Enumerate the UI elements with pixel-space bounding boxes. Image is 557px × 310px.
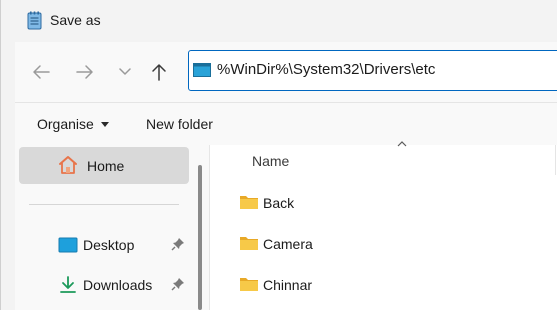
list-item[interactable]: Camera (210, 229, 557, 259)
address-input[interactable]: %WinDir%\System32\Drivers\etc (217, 61, 435, 78)
folder-icon (240, 278, 258, 291)
navigation-bar: %WinDir%\System32\Drivers\etc (15, 42, 557, 102)
forward-button[interactable] (73, 60, 97, 84)
list-item[interactable]: Chinnar (210, 270, 557, 300)
column-separator[interactable] (555, 145, 556, 175)
nav-pane-scrollbar[interactable] (198, 165, 202, 310)
folder-icon (240, 237, 258, 250)
window-title: Save as (50, 12, 101, 28)
desktop-icon (58, 237, 78, 253)
up-button[interactable] (147, 60, 171, 84)
arrow-right-icon (76, 65, 93, 79)
sidebar-item-label: Home (87, 158, 125, 174)
chevron-down-icon (119, 68, 131, 75)
file-name: Camera (263, 236, 313, 252)
title-bar: Save as (1, 0, 557, 42)
caret-down-icon (100, 122, 109, 127)
download-icon (60, 276, 76, 293)
home-icon (59, 156, 77, 174)
arrow-up-icon (152, 64, 166, 81)
column-header-name[interactable]: Name (252, 153, 289, 169)
navigation-pane: Home Desktop Downloads (15, 145, 209, 310)
organise-label: Organise (37, 116, 94, 132)
file-name: Back (263, 195, 295, 211)
arrow-left-icon (33, 65, 50, 79)
sort-ascending-icon (397, 141, 407, 147)
list-item[interactable]: Back (210, 188, 557, 218)
sidebar-item-label: Desktop (83, 237, 135, 253)
recent-locations-button[interactable] (113, 60, 137, 84)
pin-icon[interactable] (171, 277, 185, 291)
sidebar-item-home[interactable]: Home (19, 147, 189, 184)
folder-icon (240, 196, 258, 209)
command-bar: Organise New folder (15, 103, 557, 145)
divider (29, 204, 179, 205)
sidebar-item-label: Downloads (83, 277, 153, 293)
back-button[interactable] (29, 60, 53, 84)
pin-icon[interactable] (171, 237, 185, 251)
organise-button[interactable]: Organise (37, 116, 109, 132)
sidebar-item-desktop[interactable]: Desktop (15, 228, 195, 262)
notepad-icon (27, 11, 42, 30)
address-bar[interactable]: %WinDir%\System32\Drivers\etc (188, 50, 557, 91)
new-folder-button[interactable]: New folder (146, 116, 213, 132)
file-list: Name Back Camera Chinnar (209, 141, 557, 310)
sidebar-item-downloads[interactable]: Downloads (15, 268, 195, 302)
file-name: Chinnar (263, 277, 313, 293)
save-as-dialog: Save as %WinDir%\System32\Drivers\etc Or… (0, 0, 557, 310)
address-bar-icon (193, 63, 211, 77)
